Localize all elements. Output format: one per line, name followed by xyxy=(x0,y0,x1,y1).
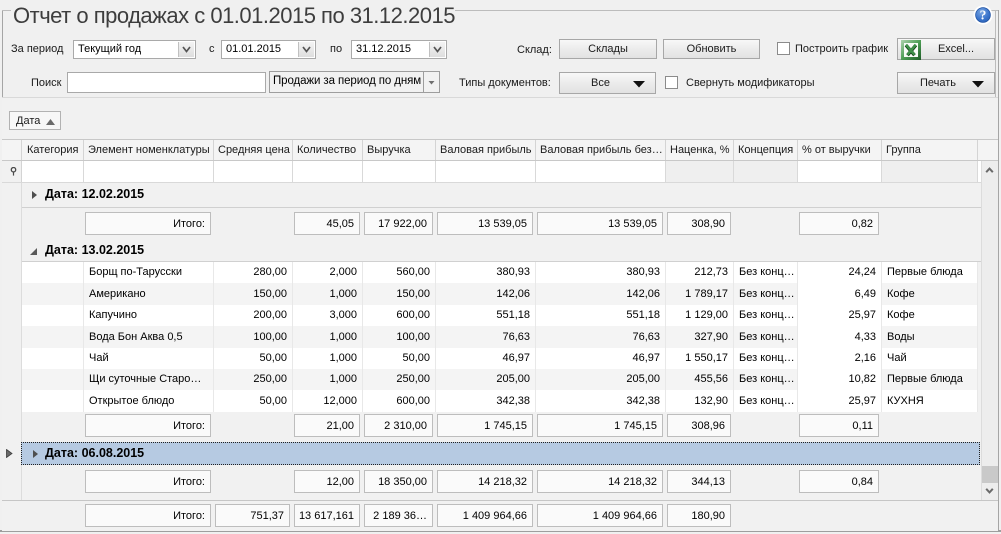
svg-text:?: ? xyxy=(980,8,987,23)
